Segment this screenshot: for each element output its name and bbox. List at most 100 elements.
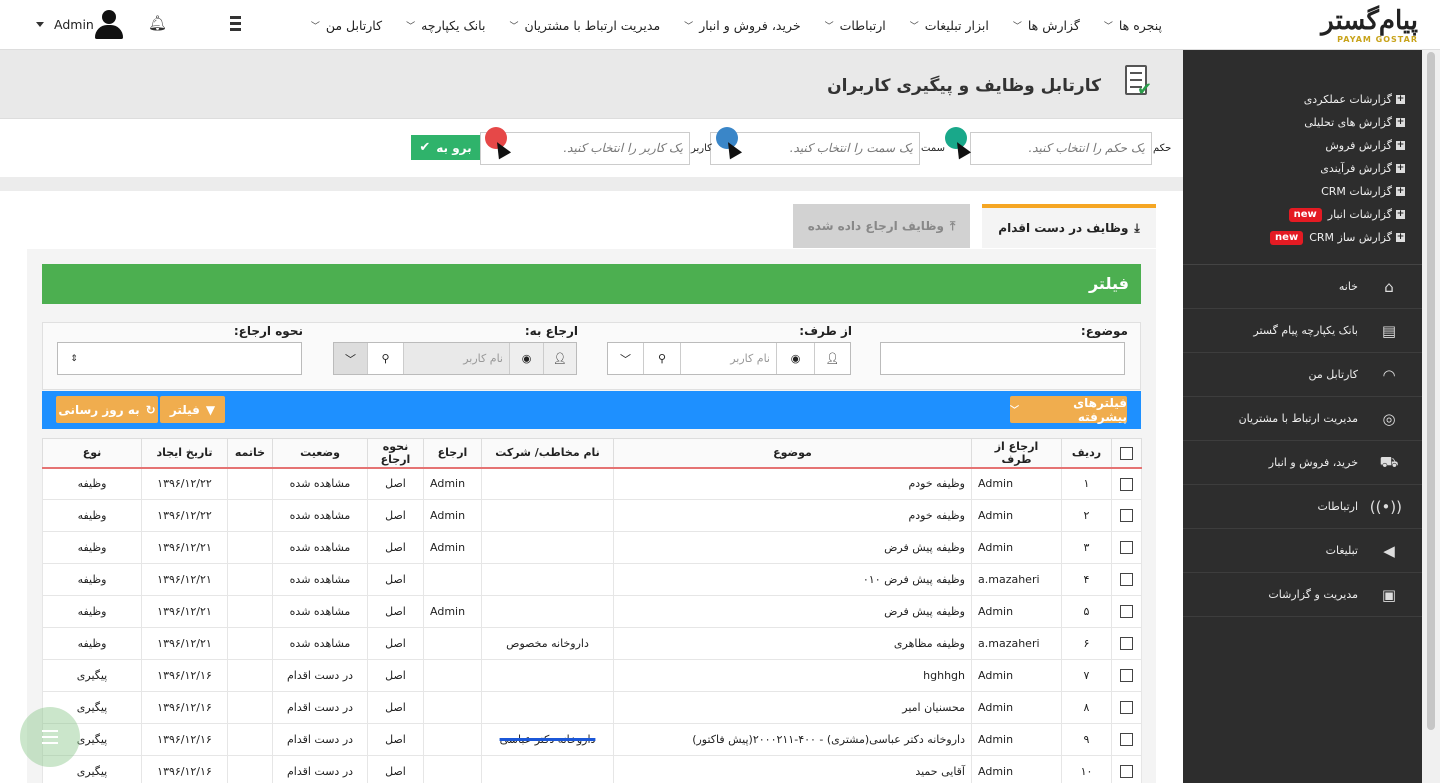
row-checkbox[interactable]	[1120, 669, 1133, 683]
expand-plus-icon[interactable]: +	[1396, 187, 1405, 196]
chevron-down-icon[interactable]: ﹀	[608, 343, 643, 374]
menu-my-cartable[interactable]: کارتابل من ﹀	[311, 18, 382, 33]
expand-plus-icon[interactable]: +	[1396, 210, 1405, 219]
user-icon[interactable]: 👤︎	[543, 343, 576, 374]
expand-plus-icon[interactable]: +	[1396, 95, 1405, 104]
menu-sales[interactable]: خرید، فروش و انبار ﹀	[684, 18, 800, 33]
table-row[interactable]: ۵ Admin وظیفه پیش فرض Admin اصل مشاهده شده ۱۳۹…	[42, 595, 1142, 628]
row-checkbox[interactable]	[1120, 573, 1133, 587]
position-select[interactable]: یک سمت را انتخاب کنید.	[710, 132, 920, 165]
col-header[interactable]: ارجاع	[423, 438, 482, 469]
col-header[interactable]: ارجاع از طرف	[971, 438, 1062, 469]
filter-action-bar: فیلترهای پیشرفته ﹀ ▼ فیلتر ↻ به روز رسانی	[42, 391, 1141, 429]
cell-contact[interactable]: داروخانه دکتر عباسی	[481, 723, 614, 756]
table-row[interactable]: ۲ Admin وظیفه خودم Admin اصل مشاهده شده ۱۳۹۶/۱…	[42, 499, 1142, 532]
report-item-warehouse[interactable]: + گزارشات انبار new	[1270, 203, 1405, 226]
from-user-input[interactable]: نام کاربر	[680, 343, 776, 374]
col-header[interactable]: وضعیت	[272, 438, 368, 469]
table-row[interactable]: ۳ Admin وظیفه پیش فرض Admin اصل مشاهده شده ۱۳۹…	[42, 531, 1142, 564]
table-row[interactable]: ۸ Admin محسنیان امیر اصل در دست اقدام ۱۳۹۶/۱۲…	[42, 691, 1142, 724]
row-checkbox[interactable]	[1120, 701, 1133, 715]
user-avatar-icon[interactable]	[93, 10, 125, 40]
row-checkbox[interactable]	[1120, 765, 1133, 779]
sidebar-item-bank[interactable]: ▤ بانک یکپارچه پیام گستر	[1183, 309, 1422, 353]
sidebar-item-sales[interactable]: ⛟ خرید، فروش و انبار	[1183, 441, 1422, 485]
tab-in-progress-tasks[interactable]: ⤓ وظایف در دست اقدام	[982, 204, 1156, 248]
select-all-checkbox[interactable]	[1120, 446, 1133, 460]
table-row[interactable]: ۱۰ Admin آقایی حمید اصل در دست اقدام ۱۳۹۶/۱۲/…	[42, 755, 1142, 783]
payam-gostar-logo[interactable]: پیام‌گستر PAYAM GOSTAR	[1298, 6, 1418, 46]
table-row[interactable]: ۱ Admin وظیفه خودم Admin اصل مشاهده شده ۱۳۹۶/۱…	[42, 467, 1142, 500]
menu-integrated-bank[interactable]: بانک یکپارچه ﹀	[406, 18, 485, 33]
advanced-filters-button[interactable]: فیلترهای پیشرفته ﹀	[1010, 396, 1127, 424]
col-header[interactable]: تاریخ ایجاد	[141, 438, 228, 469]
sidebar-item-reports[interactable]: ▣ مدیریت و گزارشات	[1183, 573, 1422, 617]
expand-plus-icon[interactable]: +	[1396, 141, 1405, 150]
sidebar-item-ads[interactable]: ◀ تبلیغات	[1183, 529, 1422, 573]
sidebar-item-communications[interactable]: ((•)) ارتباطات	[1183, 485, 1422, 529]
user-select[interactable]: یک کاربر را انتخاب کنید.	[480, 132, 690, 165]
hamburger-menu-icon[interactable]	[230, 16, 241, 32]
cell-contact[interactable]: داروخانه مخصوص	[481, 627, 614, 660]
row-checkbox[interactable]	[1120, 477, 1133, 491]
table-row[interactable]: ۶ a.mazaheri وظیفه مظاهری داروخانه مخصوص اصل…	[42, 627, 1142, 660]
radio-target-icon[interactable]: ◉	[509, 343, 543, 374]
refresh-button[interactable]: ↻ به روز رسانی	[56, 396, 158, 423]
table-row[interactable]: ۹ Admin داروخانه دکتر عباسی(مشتری) - ۴۰۰-۲…	[42, 723, 1142, 756]
go-to-button[interactable]: برو به ✔	[411, 135, 480, 160]
report-item-analytic[interactable]: + گزارش های تحلیلی	[1270, 111, 1405, 134]
row-checkbox[interactable]	[1120, 605, 1133, 619]
report-item-sales[interactable]: + گزارش فروش	[1270, 134, 1405, 157]
menu-advertising[interactable]: ابزار تبلیغات ﹀	[910, 18, 989, 33]
table-row[interactable]: ۷ Admin hghhgh اصل در دست اقدام ۱۳۹۶/۱۲/۱۶ پیگ…	[42, 659, 1142, 692]
user-name[interactable]: Admin	[54, 17, 94, 32]
row-checkbox[interactable]	[1120, 733, 1133, 747]
col-header[interactable]: ردیف	[1061, 438, 1112, 469]
menu-windows[interactable]: پنجره ها ﹀	[1104, 18, 1162, 33]
table-row[interactable]: ۴ a.mazaheri وظیفه پیش فرض ۰۱۰ اصل مشاهده شد…	[42, 563, 1142, 596]
subject-input[interactable]	[880, 342, 1125, 375]
to-user-input[interactable]: نام کاربر	[403, 343, 509, 374]
report-item-performance[interactable]: + گزارشات عملکردی	[1270, 88, 1405, 111]
report-item-process[interactable]: + گزارش فرآیندی	[1270, 157, 1405, 180]
role-select[interactable]: یک حکم را انتخاب کنید.	[970, 132, 1152, 165]
menu-reports[interactable]: گزارش ها ﹀	[1013, 18, 1080, 33]
expand-plus-icon[interactable]: +	[1396, 164, 1405, 173]
row-checkbox[interactable]	[1120, 509, 1133, 523]
menu-crm[interactable]: مدیریت ارتباط با مشتریان ﹀	[509, 18, 660, 33]
filter-header[interactable]: فیلتر	[42, 264, 1141, 304]
col-header[interactable]: نام مخاطب/ شرکت	[481, 438, 614, 469]
row-checkbox[interactable]	[1120, 637, 1133, 651]
cell-n: ۳	[1061, 531, 1112, 564]
col-header[interactable]: موضوع	[613, 438, 972, 469]
scrollbar-thumb[interactable]	[1427, 52, 1435, 730]
floating-menu-button[interactable]	[20, 707, 80, 767]
expand-plus-icon[interactable]: +	[1396, 118, 1405, 127]
col-header[interactable]: نوع	[42, 438, 142, 469]
sidebar-item-cartable[interactable]: ◠ کارتابل من	[1183, 353, 1422, 397]
page-scrollbar[interactable]	[1422, 50, 1440, 783]
cell-status: مشاهده شده	[272, 499, 368, 532]
user-icon[interactable]: 👤︎	[814, 343, 850, 374]
menu-communications[interactable]: ارتباطات ﹀	[825, 18, 886, 33]
row-checkbox[interactable]	[1120, 541, 1133, 555]
cell-end	[227, 755, 273, 783]
expand-plus-icon[interactable]: +	[1396, 233, 1405, 242]
sidebar-item-home[interactable]: ⌂ خانه	[1183, 265, 1422, 309]
tab-referred-tasks[interactable]: ⤒ وظایف ارجاع داده شده	[793, 204, 970, 248]
chevron-down-icon[interactable]: ﹀	[334, 343, 367, 374]
search-icon[interactable]: ⚲	[643, 343, 680, 374]
to-user-picker: 👤︎ ◉ نام کاربر ⚲ ﹀	[333, 342, 577, 375]
report-item-crm[interactable]: + گزارشات CRM	[1270, 180, 1405, 203]
col-header[interactable]: خاتمه	[227, 438, 273, 469]
bell-icon[interactable]: 🔔︎	[148, 14, 167, 32]
search-icon[interactable]: ⚲	[367, 343, 403, 374]
filter-button[interactable]: ▼ فیلتر	[160, 396, 225, 423]
radio-target-icon[interactable]: ◉	[776, 343, 814, 374]
method-select[interactable]: ⇕	[57, 342, 302, 375]
col-header[interactable]: نحوه ارجاع	[367, 438, 424, 469]
sidebar-item-crm[interactable]: ◎ مدیریت ارتباط با مشتریان	[1183, 397, 1422, 441]
cell-subject: وظیفه مظاهری	[613, 627, 972, 660]
caret-down-icon[interactable]	[36, 22, 44, 27]
report-item-crm-builder[interactable]: + گزارش ساز CRM new	[1270, 226, 1405, 249]
